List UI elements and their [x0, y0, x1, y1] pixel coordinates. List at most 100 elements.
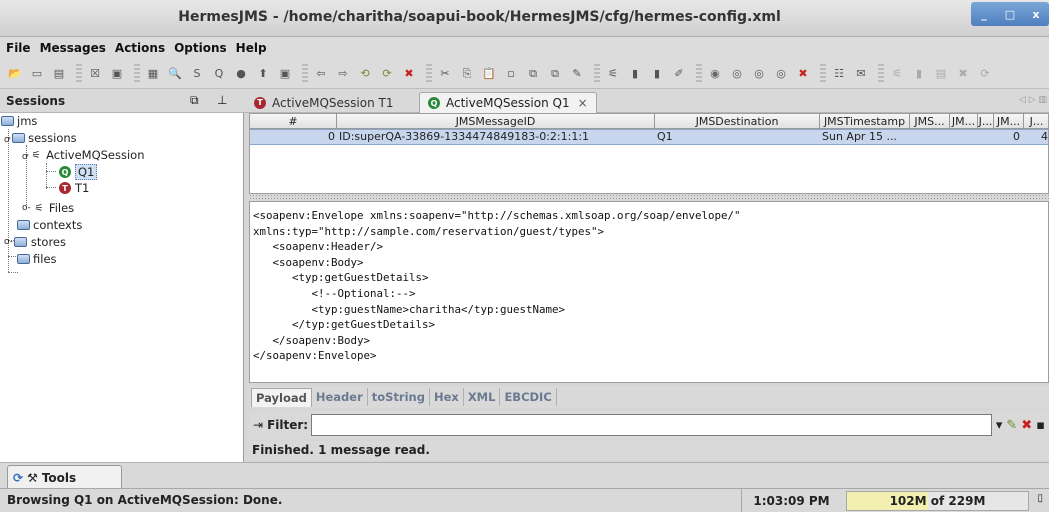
tree-label: Q1: [75, 164, 98, 180]
stop-all-icon[interactable]: ◎: [772, 65, 790, 83]
tab-hex[interactable]: Hex: [430, 388, 464, 406]
tree-node-sessions[interactable]: ꝍ sessions: [4, 130, 77, 146]
query-icon[interactable]: Q: [210, 65, 228, 83]
close-button[interactable]: x: [1026, 8, 1046, 21]
menu-file[interactable]: File: [6, 41, 31, 55]
move-message-icon[interactable]: ⧉: [546, 65, 564, 83]
column-header[interactable]: JMSTimestamp: [820, 114, 910, 129]
disabled5-icon[interactable]: ⟳: [976, 65, 994, 83]
copy-message-icon[interactable]: ⧉: [524, 65, 542, 83]
edit-filter-icon[interactable]: ✎: [1006, 418, 1017, 433]
config-icon[interactable]: ☷: [830, 65, 848, 83]
tree-node-contexts[interactable]: contexts: [16, 217, 82, 233]
new-icon[interactable]: ▫: [502, 65, 520, 83]
menu-actions[interactable]: Actions: [115, 41, 165, 55]
print-icon[interactable]: ▤: [50, 65, 68, 83]
tree-node-activemqsession[interactable]: ꝍ ⚟ ActiveMQSession: [22, 147, 145, 163]
tree-node-files[interactable]: files: [16, 251, 57, 267]
tree-node-t1[interactable]: T T1: [58, 180, 89, 196]
refresh-icon[interactable]: ⟲: [356, 65, 374, 83]
menu-messages[interactable]: Messages: [40, 41, 106, 55]
tab-tostring[interactable]: toString: [368, 388, 430, 406]
cut-icon[interactable]: ✂: [436, 65, 454, 83]
copy-icon[interactable]: ⎘: [458, 65, 476, 83]
split-divider[interactable]: [249, 194, 1049, 201]
menu-options[interactable]: Options: [174, 41, 227, 55]
browse-icon[interactable]: ▣: [108, 65, 126, 83]
connect-icon[interactable]: ●: [232, 65, 250, 83]
run-icon[interactable]: ◉: [706, 65, 724, 83]
column-header[interactable]: JM...: [994, 114, 1024, 129]
collapse-icon[interactable]: o-: [4, 237, 13, 247]
tools-tab[interactable]: ⟳ ⚒ Tools: [7, 465, 122, 489]
garbage-collect-icon[interactable]: ▯: [1037, 493, 1043, 504]
tree-node-stores[interactable]: o- stores: [4, 234, 66, 250]
minimize-button[interactable]: _: [974, 8, 994, 21]
folder-icon: [16, 219, 30, 231]
disabled3-icon[interactable]: ▤: [932, 65, 950, 83]
sql-icon[interactable]: S: [188, 65, 206, 83]
delete-icon[interactable]: ✖: [400, 65, 418, 83]
payload-editor[interactable]: <soapenv:Envelope xmlns:soapenv="http://…: [249, 201, 1049, 383]
back-icon[interactable]: ⇦: [312, 65, 330, 83]
tree-node-jms[interactable]: jms: [0, 113, 37, 129]
tab-ebcdic[interactable]: EBCDIC: [500, 388, 557, 406]
expand-icon[interactable]: ꝍ: [4, 132, 10, 145]
pin-panel-icon[interactable]: ⊥: [217, 93, 227, 107]
column-header[interactable]: JMSMessageID: [337, 114, 655, 129]
tree-node-files-session[interactable]: o- ⚟ Files: [22, 200, 74, 216]
open-icon[interactable]: 📂: [6, 65, 24, 83]
filter-icon: ⇥: [253, 418, 264, 432]
tree-node-q1[interactable]: Q Q1: [58, 164, 98, 180]
save-icon[interactable]: ▭: [28, 65, 46, 83]
column-header[interactable]: J...: [978, 114, 994, 129]
toolbar-separator: [302, 63, 308, 84]
column-header[interactable]: JM...: [950, 114, 978, 129]
cancel-icon[interactable]: ✖: [794, 65, 812, 83]
save-filter-icon[interactable]: ▪: [1036, 418, 1045, 433]
filter-input[interactable]: [311, 414, 992, 436]
disabled4-icon[interactable]: ✖: [954, 65, 972, 83]
topic-add-icon[interactable]: ▮: [648, 65, 666, 83]
expand-icon[interactable]: ꝍ: [22, 149, 28, 162]
disabled1-icon[interactable]: ⚟: [888, 65, 906, 83]
refresh-all-icon[interactable]: ⟳: [378, 65, 396, 83]
column-header[interactable]: J...: [1024, 114, 1048, 129]
edit-session-icon[interactable]: ✐: [670, 65, 688, 83]
collapse-icon[interactable]: o-: [22, 203, 31, 213]
column-header[interactable]: #: [250, 114, 337, 129]
memory-used: 102M: [889, 494, 927, 508]
watch-icon[interactable]: ◎: [728, 65, 746, 83]
dropdown-arrow-icon[interactable]: ▾: [996, 418, 1003, 433]
tab-payload[interactable]: Payload: [251, 387, 312, 407]
edit-icon[interactable]: ✎: [568, 65, 586, 83]
message-icon[interactable]: ✉: [852, 65, 870, 83]
search-icon[interactable]: 🔍: [166, 65, 184, 83]
restore-panel-icon[interactable]: ⧉: [190, 93, 199, 108]
tab-xml[interactable]: XML: [464, 388, 501, 406]
close-tab-icon[interactable]: ×: [578, 96, 588, 110]
disabled2-icon[interactable]: ▮: [910, 65, 928, 83]
memory-indicator[interactable]: 102M of 229M: [846, 491, 1029, 511]
queue-icon: Q: [58, 166, 72, 178]
maximize-button[interactable]: □: [1000, 8, 1020, 21]
topic-browse-icon[interactable]: ▣: [276, 65, 294, 83]
tab-scroll-arrows[interactable]: ◁ ▷ ▥: [1019, 95, 1047, 105]
clear-filter-icon[interactable]: ✖: [1021, 418, 1032, 433]
clear-icon[interactable]: ☒: [86, 65, 104, 83]
forward-icon[interactable]: ⇨: [334, 65, 352, 83]
tab-activemqsession-q1[interactable]: Q ActiveMQSession Q1 ×: [419, 92, 597, 113]
column-header[interactable]: JMSDestination: [655, 114, 820, 129]
tab-activemqsession-t1[interactable]: T ActiveMQSession T1: [246, 92, 401, 113]
tab-header[interactable]: Header: [312, 388, 368, 406]
queue-icon[interactable]: ▦: [144, 65, 162, 83]
topic-icon[interactable]: ⬆: [254, 65, 272, 83]
table-row[interactable]: 0 ID:superQA-33869-1334474849183-0:2:1:1…: [250, 129, 1048, 145]
session-icon[interactable]: ⚟: [604, 65, 622, 83]
column-header[interactable]: JMS...: [910, 114, 950, 129]
paste-icon[interactable]: 📋: [480, 65, 498, 83]
stop-icon[interactable]: ◎: [750, 65, 768, 83]
queue-add-icon[interactable]: ▮: [626, 65, 644, 83]
status-time: 1:03:09 PM: [741, 489, 841, 512]
menu-help[interactable]: Help: [236, 41, 267, 55]
